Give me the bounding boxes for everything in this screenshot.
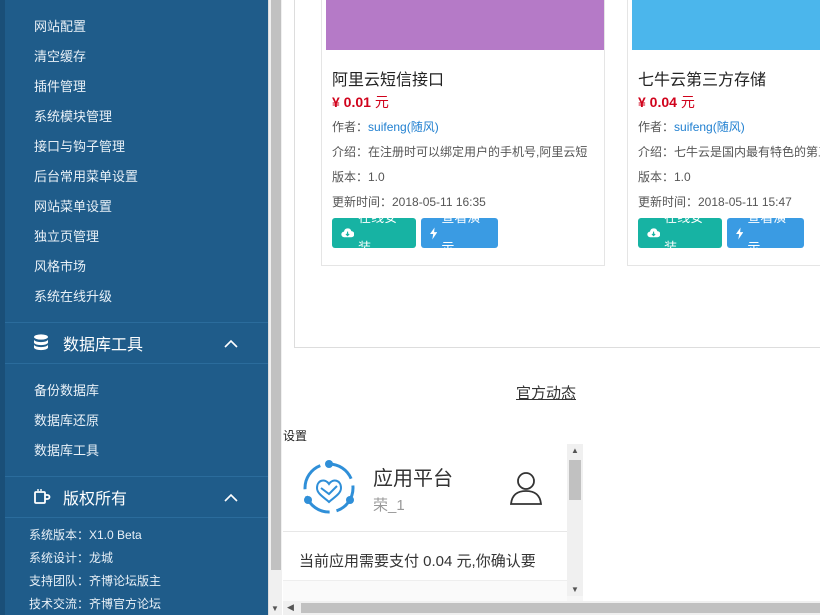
system-design: 系统设计：龙城: [29, 551, 114, 565]
user-icon[interactable]: [509, 470, 543, 509]
official-news-link[interactable]: 官方动态: [516, 382, 576, 403]
modal-scrollbar[interactable]: ▲ ▼: [567, 444, 583, 596]
sidebar-item-plugin-manage[interactable]: 插件管理: [5, 72, 268, 102]
settings-label: 设置: [283, 429, 308, 443]
plugin-panel: 阿里云短信接口 ¥ 0.01 元 作者：suifeng(随风) 介绍：在注册时可…: [294, 0, 820, 348]
view-demo-button[interactable]: 查看演示: [421, 210, 498, 255]
sidebar-item-hook-manage[interactable]: 接口与钩子管理: [5, 132, 268, 162]
db-tools-section-header[interactable]: 数据库工具: [5, 322, 268, 364]
author-link[interactable]: suifeng(随风): [368, 120, 439, 134]
bolt-icon: [736, 227, 744, 239]
sidebar-item-db-tools[interactable]: 数据库工具: [5, 436, 268, 466]
plugin-card: 阿里云短信接口 ¥ 0.01 元 作者：suifeng(随风) 介绍：在注册时可…: [321, 0, 605, 266]
coffee-cup-icon: [33, 488, 53, 506]
app-header: 应用平台 荣_1: [283, 444, 567, 532]
database-icon: [33, 334, 53, 352]
sidebar: 网站配置 清空缓存 插件管理 系统模块管理 接口与钩子管理 后台常用菜单设置 网…: [0, 0, 268, 615]
copyright-title: 版权所有: [63, 491, 128, 508]
plugin-price: ¥ 0.01 元: [332, 94, 389, 110]
scroll-down-arrow-icon[interactable]: ▼: [271, 604, 279, 613]
support-team: 支持团队：齐博论坛版主: [29, 574, 162, 588]
chevron-up-icon[interactable]: [224, 336, 238, 354]
scrollbar-thumb[interactable]: [271, 0, 281, 570]
system-version: 系统版本：X1.0 Beta: [29, 528, 142, 542]
sidebar-item-restore-db[interactable]: 数据库还原: [5, 406, 268, 436]
horizontal-scrollbar[interactable]: ◀: [283, 601, 820, 615]
sidebar-item-style-market[interactable]: 风格市场: [5, 252, 268, 282]
plugin-author: 作者：suifeng(随风): [638, 120, 745, 134]
sidebar-item-clear-cache[interactable]: 清空缓存: [5, 42, 268, 72]
scroll-up-arrow-icon[interactable]: ▲: [571, 446, 579, 455]
db-tools-list: 备份数据库 数据库还原 数据库工具: [5, 364, 268, 476]
vertical-scrollbar[interactable]: ▼: [268, 0, 282, 615]
plugin-price: ¥ 0.04 元: [638, 94, 695, 110]
modal-scrollbar-thumb[interactable]: [569, 460, 581, 500]
plugin-card: 七牛云第三方存储 ¥ 0.04 元 作者：suifeng(随风) 介绍：七牛云是…: [627, 0, 820, 266]
plugin-version: 版本：1.0: [638, 170, 691, 184]
online-install-button[interactable]: 在线安装: [638, 210, 722, 255]
sidebar-item-site-config[interactable]: 网站配置: [5, 12, 268, 42]
scroll-left-arrow-icon[interactable]: ◀: [287, 602, 294, 613]
online-install-button[interactable]: 在线安装: [332, 210, 416, 255]
horizontal-scrollbar-thumb[interactable]: [301, 603, 820, 613]
current-user: 荣_1: [373, 497, 405, 514]
sidebar-item-module-manage[interactable]: 系统模块管理: [5, 102, 268, 132]
scroll-down-arrow-icon[interactable]: ▼: [571, 585, 579, 594]
sidebar-item-online-upgrade[interactable]: 系统在线升级: [5, 282, 268, 312]
copyright-info: 系统版本：X1.0 Beta 系统设计：龙城 支持团队：齐博论坛版主 技术交流：…: [5, 518, 268, 615]
tech-exchange: 技术交流：齐博官方论坛: [29, 597, 162, 611]
view-demo-button[interactable]: 查看演示: [727, 210, 804, 255]
main-content: 阿里云短信接口 ¥ 0.01 元 作者：suifeng(随风) 介绍：在注册时可…: [283, 0, 820, 615]
plugin-title[interactable]: 七牛云第三方存储: [638, 66, 766, 90]
cloud-download-icon: [647, 228, 661, 238]
plugin-intro: 介绍：在注册时可以绑定用户的手机号,阿里云短: [332, 145, 588, 159]
sidebar-item-site-menu[interactable]: 网站菜单设置: [5, 192, 268, 222]
system-menu-list: 网站配置 清空缓存 插件管理 系统模块管理 接口与钩子管理 后台常用菜单设置 网…: [5, 0, 268, 312]
plugin-version: 版本：1.0: [332, 170, 385, 184]
sidebar-item-admin-menu[interactable]: 后台常用菜单设置: [5, 162, 268, 192]
plugin-intro: 介绍：七牛云是国内最有特色的第三: [638, 145, 820, 159]
modal-content: 应用平台 荣_1 当前应用需要支付 0.04 元,你确认要: [283, 444, 567, 615]
chevron-up-icon[interactable]: [224, 490, 238, 508]
plugin-author: 作者：suifeng(随风): [332, 120, 439, 134]
bolt-icon: [430, 227, 438, 239]
payment-confirm-text: 当前应用需要支付 0.04 元,你确认要: [299, 553, 536, 570]
copyright-section-header[interactable]: 版权所有: [5, 476, 268, 518]
plugin-title[interactable]: 阿里云短信接口: [332, 66, 444, 90]
cloud-download-icon: [341, 228, 355, 238]
payment-modal: 应用平台 荣_1 当前应用需要支付 0.04 元,你确认要 ▲ ▼: [283, 444, 583, 615]
sidebar-item-page-manage[interactable]: 独立页管理: [5, 222, 268, 252]
plugin-thumbnail[interactable]: [326, 0, 604, 50]
handshake-logo-icon: [299, 458, 359, 521]
db-tools-title: 数据库工具: [63, 337, 144, 354]
app-name: 应用平台: [373, 468, 453, 490]
author-link[interactable]: suifeng(随风): [674, 120, 745, 134]
plugin-thumbnail[interactable]: [632, 0, 820, 50]
sidebar-item-backup-db[interactable]: 备份数据库: [5, 376, 268, 406]
